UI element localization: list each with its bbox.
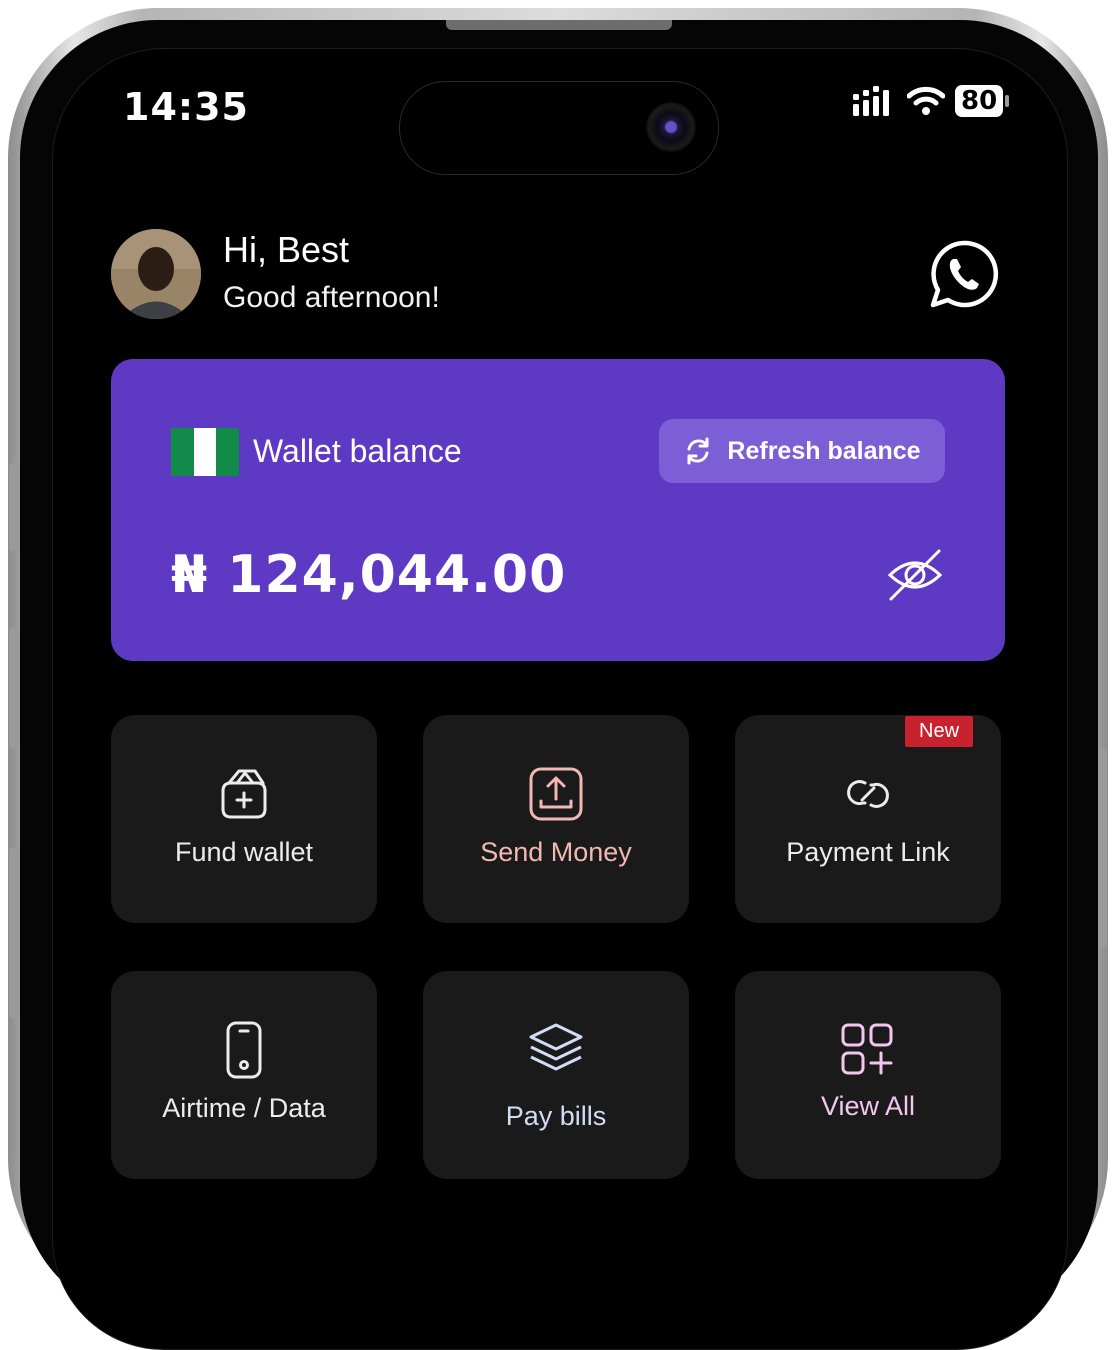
new-badge: New: [905, 716, 974, 747]
volume-up-button: [9, 628, 18, 748]
pay-bills-label: Pay bills: [505, 1101, 607, 1131]
phone-icon: [226, 1021, 262, 1079]
dynamic-island: [399, 81, 719, 175]
refresh-balance-button[interactable]: Refresh balance: [659, 419, 945, 483]
battery-indicator: 80: [955, 85, 1004, 117]
airtime-data-tile[interactable]: Airtime / Data: [111, 971, 377, 1179]
speaker-grill: [446, 20, 672, 30]
nigeria-flag-icon: [171, 428, 240, 476]
send-money-tile[interactable]: Send Money: [423, 715, 689, 923]
app-screen: 14:35 80 Hi, Best Good afternoon! Wallet…: [52, 48, 1068, 1350]
wifi-icon: [907, 86, 945, 115]
hide-balance-button[interactable]: [885, 545, 945, 605]
refresh-icon: [687, 437, 709, 465]
link-icon: [847, 780, 889, 808]
view-all-tile[interactable]: View All: [735, 971, 1001, 1179]
send-money-label: Send Money: [480, 837, 632, 867]
signal-icon: [853, 86, 889, 116]
fund-wallet-tile[interactable]: Fund wallet: [111, 715, 377, 923]
wallet-card: Wallet balance Refresh balance ₦ 124,044…: [111, 359, 1005, 661]
grid-plus-icon: [841, 1023, 893, 1075]
view-all-label: View All: [820, 1091, 916, 1121]
payment-link-label: Payment Link: [786, 837, 950, 867]
whatsapp-icon: [930, 240, 999, 308]
eye-off-icon: [887, 549, 943, 601]
upload-icon: [529, 767, 583, 821]
flag-stripe: [171, 428, 194, 476]
status-time: 14:35: [123, 85, 249, 129]
airtime-data-label: Airtime / Data: [162, 1093, 326, 1123]
avatar-photo: [111, 229, 201, 319]
refresh-balance-label: Refresh balance: [727, 436, 921, 465]
layers-icon: [529, 1023, 583, 1071]
pay-bills-tile[interactable]: Pay bills: [423, 971, 689, 1179]
wallet-balance-amount: ₦ 124,044.00: [171, 545, 567, 605]
flag-stripe: [193, 428, 217, 476]
whatsapp-support-button[interactable]: [927, 237, 1001, 311]
fund-wallet-label: Fund wallet: [174, 837, 314, 867]
battery-tip: [1005, 95, 1010, 107]
greeting-name: Hi, Best: [223, 229, 350, 270]
power-button: [1098, 748, 1107, 948]
status-indicators: 80: [853, 85, 1010, 117]
camera-icon: [646, 102, 696, 152]
volume-down-button: [9, 848, 18, 1018]
wallet-balance-label: Wallet balance: [253, 433, 462, 469]
wallet-plus-icon: [221, 769, 267, 819]
avatar[interactable]: [111, 229, 201, 319]
greeting-subtitle: Good afternoon!: [223, 281, 440, 314]
action-button: [9, 463, 18, 551]
flag-stripe: [216, 428, 240, 476]
